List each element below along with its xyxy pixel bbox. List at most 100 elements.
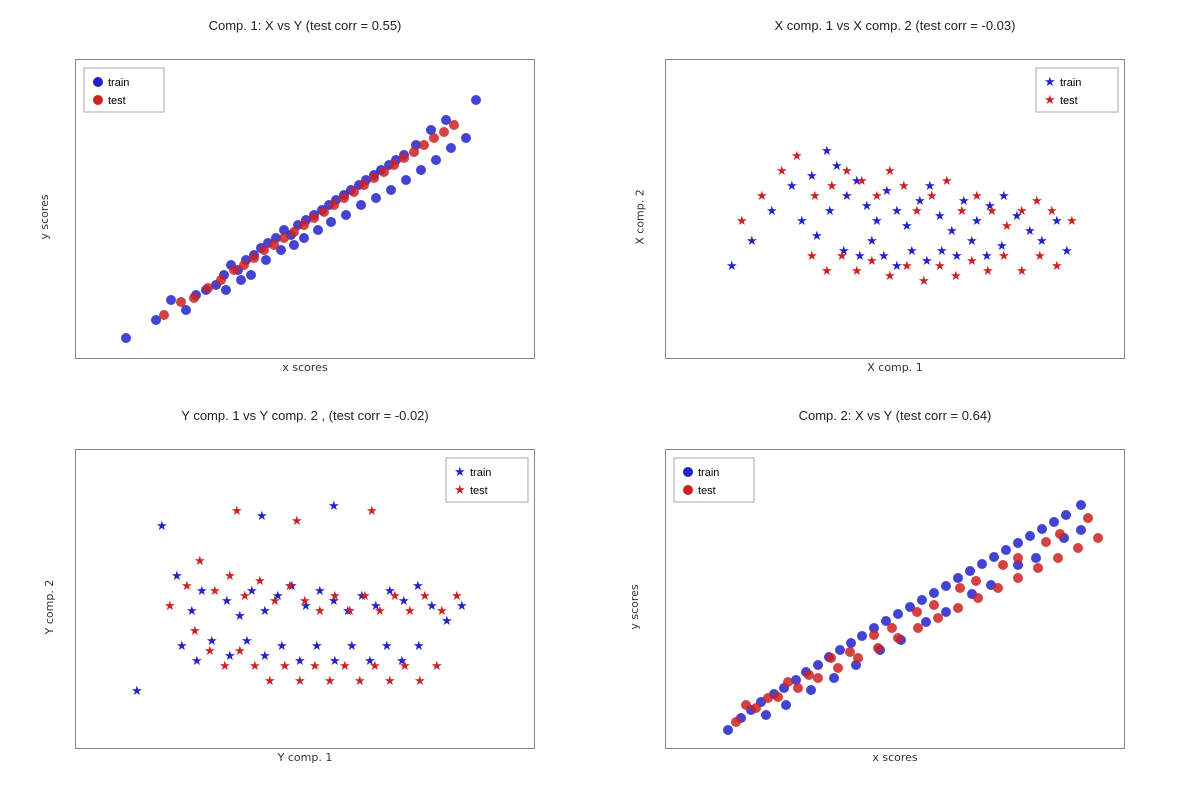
svg-text:★: ★ — [824, 203, 836, 218]
plot-tr-xlabel: X comp. 1 — [867, 361, 923, 374]
plot-tr-area: X comp. 2 ★ train ★ test ★ — [610, 37, 1180, 396]
svg-text:train: train — [698, 467, 719, 479]
svg-text:★: ★ — [451, 588, 463, 603]
svg-text:★: ★ — [1016, 263, 1028, 278]
svg-text:★: ★ — [726, 258, 738, 273]
svg-text:★: ★ — [191, 653, 203, 668]
svg-text:★: ★ — [986, 203, 998, 218]
svg-text:★: ★ — [856, 173, 868, 188]
svg-text:★: ★ — [866, 233, 878, 248]
svg-text:★: ★ — [998, 248, 1010, 263]
plot-tl-area: y scores train test — [20, 37, 590, 396]
plot-tr-title: X comp. 1 vs X comp. 2 (test corr = -0.0… — [775, 18, 1016, 33]
svg-text:★: ★ — [414, 673, 426, 688]
svg-text:★: ★ — [374, 603, 386, 618]
plot-bl-area: Y comp. 2 ★ train ★ test ★ ★ ★ ★ — [20, 427, 590, 786]
svg-text:★: ★ — [164, 598, 176, 613]
svg-text:★: ★ — [956, 203, 968, 218]
plot-br-canvas: train test — [665, 449, 1125, 749]
svg-text:★: ★ — [294, 653, 306, 668]
svg-text:★: ★ — [966, 233, 978, 248]
svg-text:★: ★ — [269, 593, 281, 608]
plot-br-xlabel: x scores — [872, 751, 917, 764]
plot-br-title: Comp. 2: X vs Y (test corr = 0.64) — [799, 408, 992, 423]
svg-text:★: ★ — [369, 658, 381, 673]
svg-text:★: ★ — [259, 648, 271, 663]
svg-text:★: ★ — [314, 583, 326, 598]
plot-bl-title: Y comp. 1 vs Y comp. 2 , (test corr = -0… — [181, 408, 428, 423]
svg-text:★: ★ — [934, 208, 946, 223]
svg-text:★: ★ — [776, 163, 788, 178]
plot-bl-svg: ★ train ★ test ★ ★ ★ ★ ★ ★ ★ ★ ★ — [76, 450, 536, 750]
svg-text:★: ★ — [209, 583, 221, 598]
svg-text:★: ★ — [791, 148, 803, 163]
svg-text:★: ★ — [249, 658, 261, 673]
svg-text:★: ★ — [276, 638, 288, 653]
svg-text:★: ★ — [901, 218, 913, 233]
svg-text:★: ★ — [256, 508, 268, 523]
svg-text:★: ★ — [314, 603, 326, 618]
svg-text:★: ★ — [131, 683, 143, 698]
svg-text:test: test — [1060, 95, 1078, 107]
svg-text:★: ★ — [821, 143, 833, 158]
svg-text:★: ★ — [1016, 203, 1028, 218]
svg-text:★: ★ — [786, 178, 798, 193]
plot-br-area: y scores train test — [610, 427, 1180, 786]
svg-text:★: ★ — [181, 578, 193, 593]
svg-text:★: ★ — [231, 503, 243, 518]
svg-text:★: ★ — [1061, 243, 1073, 258]
svg-text:★: ★ — [871, 213, 883, 228]
svg-text:★: ★ — [836, 248, 848, 263]
svg-text:★: ★ — [756, 188, 768, 203]
svg-text:★: ★ — [911, 203, 923, 218]
svg-text:★: ★ — [344, 603, 356, 618]
svg-text:★: ★ — [204, 643, 216, 658]
svg-text:★: ★ — [234, 643, 246, 658]
plot-tr-ylabel: X comp. 2 — [633, 189, 646, 245]
svg-text:★: ★ — [384, 673, 396, 688]
plot-br-ylabel: y scores — [628, 584, 641, 629]
svg-text:★: ★ — [264, 673, 276, 688]
svg-text:★: ★ — [841, 188, 853, 203]
cell-top-right: X comp. 1 vs X comp. 2 (test corr = -0.0… — [600, 10, 1190, 400]
svg-text:★: ★ — [809, 188, 821, 203]
svg-text:★: ★ — [866, 253, 878, 268]
svg-text:★: ★ — [1024, 223, 1036, 238]
svg-text:★: ★ — [884, 268, 896, 283]
plot-tl-canvas: train test — [75, 59, 535, 359]
svg-text:★: ★ — [186, 603, 198, 618]
svg-text:★: ★ — [971, 213, 983, 228]
svg-text:★: ★ — [156, 518, 168, 533]
svg-text:★: ★ — [1046, 203, 1058, 218]
svg-text:★: ★ — [431, 658, 443, 673]
svg-text:★: ★ — [311, 638, 323, 653]
svg-text:★: ★ — [811, 228, 823, 243]
svg-text:★: ★ — [950, 268, 962, 283]
svg-text:★: ★ — [821, 263, 833, 278]
svg-text:★: ★ — [176, 638, 188, 653]
svg-text:★: ★ — [981, 248, 993, 263]
svg-text:★: ★ — [826, 178, 838, 193]
cell-bottom-left: Y comp. 1 vs Y comp. 2 , (test corr = -0… — [10, 400, 600, 790]
svg-text:★: ★ — [736, 213, 748, 228]
svg-text:★: ★ — [806, 248, 818, 263]
cell-bottom-right: Comp. 2: X vs Y (test corr = 0.64) y sco… — [600, 400, 1190, 790]
svg-text:★: ★ — [284, 578, 296, 593]
svg-text:★: ★ — [324, 673, 336, 688]
plot-bl-ylabel: Y comp. 2 — [43, 579, 56, 634]
svg-text:★: ★ — [291, 513, 303, 528]
svg-text:★: ★ — [898, 178, 910, 193]
svg-text:★: ★ — [389, 588, 401, 603]
svg-text:★: ★ — [941, 173, 953, 188]
svg-text:test: test — [470, 485, 488, 497]
svg-text:★: ★ — [1066, 213, 1078, 228]
svg-text:★: ★ — [359, 588, 371, 603]
svg-text:★: ★ — [328, 498, 340, 513]
svg-text:★: ★ — [891, 203, 903, 218]
svg-text:★: ★ — [189, 623, 201, 638]
svg-text:★: ★ — [1036, 233, 1048, 248]
svg-text:★: ★ — [934, 258, 946, 273]
svg-text:★: ★ — [796, 213, 808, 228]
plot-tr-svg: ★ train ★ test ★ ★ ★ ★ ★ ★ ★ — [666, 60, 1126, 360]
svg-text:★: ★ — [881, 183, 893, 198]
